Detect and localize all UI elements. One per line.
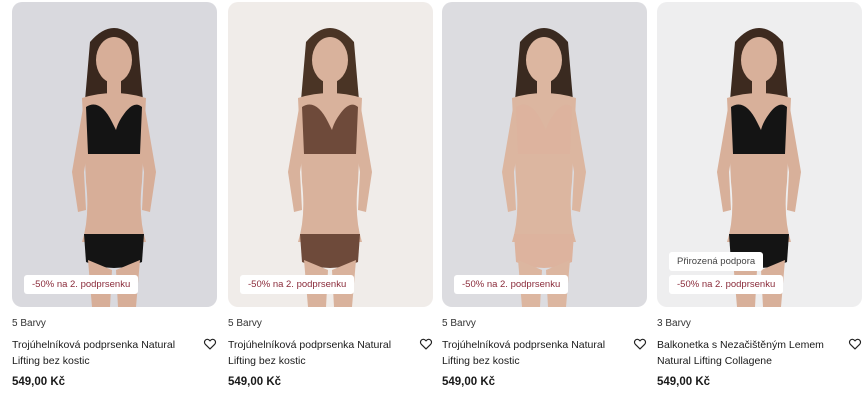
product-card[interactable]: -50% na 2. podprsenku 5 Barvy Trojúhelníko… [12,0,217,400]
heart-icon[interactable] [419,337,433,351]
product-image[interactable]: -50% na 2. podprsenku [442,2,647,307]
price: 549,00 Kč [228,376,282,388]
discount-badge: -50% na 2. podprsenku [454,275,569,294]
model-photo [72,28,156,307]
discount-badge: -50% na 2. podprsenku [669,275,784,294]
price: 549,00 Kč [442,376,496,388]
product-card[interactable]: Přirozená podpora -50% na 2. podprsenku 3 … [657,0,862,400]
price: 549,00 Kč [657,376,711,388]
product-image[interactable]: -50% na 2. podprsenku [228,2,433,307]
price: 549,00 Kč [12,376,66,388]
color-count: 5 Barvy [442,318,476,329]
feature-badge: Přirozená podpora [669,252,764,271]
product-title-link[interactable]: Trojúhelníková podprsenka Natural Liftin… [12,337,192,369]
heart-icon[interactable] [848,337,862,351]
discount-badge: -50% na 2. podprsenku [240,275,355,294]
product-image[interactable]: -50% na 2. podprsenku [12,2,217,307]
product-title-link[interactable]: Trojúhelníková podprsenka Natural Liftin… [228,337,408,369]
color-count: 5 Barvy [228,318,262,329]
product-image[interactable]: Přirozená podpora -50% na 2. podprsenku [657,2,862,307]
heart-icon[interactable] [203,337,217,351]
color-count: 5 Barvy [12,318,46,329]
product-card[interactable]: -50% na 2. podprsenku 5 Barvy Trojúhelníko… [442,0,647,400]
model-photo [502,28,586,307]
product-card[interactable]: -50% na 2. podprsenku 5 Barvy Trojúhelníko… [228,0,433,400]
heart-icon[interactable] [633,337,647,351]
product-title-link[interactable]: Balkonetka s Nezačištěným Lemem Natural … [657,337,837,369]
discount-badge: -50% na 2. podprsenku [24,275,139,294]
color-count: 3 Barvy [657,318,691,329]
product-title-link[interactable]: Trojúhelníková podprsenka Natural Liftin… [442,337,622,369]
model-photo [288,28,372,307]
